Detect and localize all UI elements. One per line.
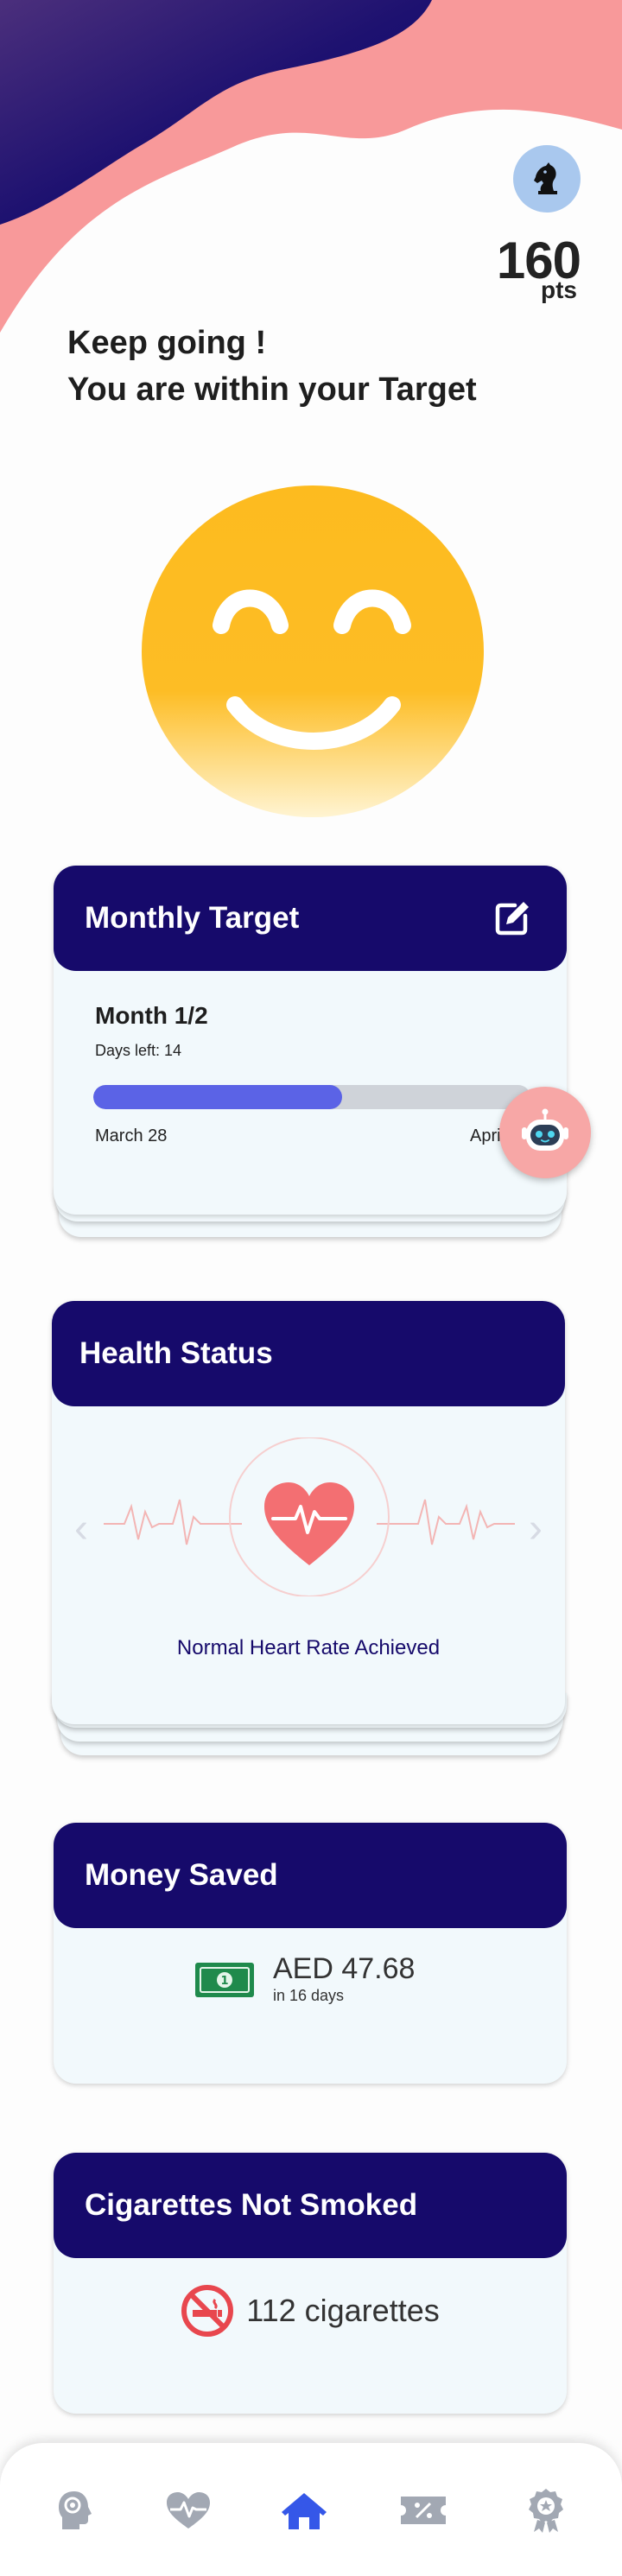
motivation-line-1: Keep going ! — [67, 325, 267, 361]
nav-achievements[interactable] — [522, 2486, 570, 2535]
money-saved-period: in 16 days — [273, 1987, 345, 2004]
money-saved-title: Money Saved — [85, 1858, 278, 1892]
heart-pulse-icon — [104, 1437, 515, 1596]
target-progress-bar — [93, 1085, 530, 1109]
award-badge-icon — [529, 2489, 563, 2533]
monthly-target-card[interactable]: Monthly Target Month 1/2 Days left: 14 M… — [54, 866, 567, 1215]
brain-head-icon — [59, 2491, 92, 2529]
nav-home[interactable] — [280, 2486, 328, 2535]
robot-icon — [522, 1108, 568, 1151]
month-label: Month 1/2 — [95, 1002, 208, 1029]
points-unit: pts — [541, 276, 577, 303]
monthly-target-header: Monthly Target — [54, 866, 567, 971]
cigarettes-card[interactable]: Cigarettes Not Smoked 112 cigarettes — [54, 2153, 567, 2414]
nav-brain-head[interactable] — [50, 2486, 98, 2535]
banknote-icon: 1 — [195, 1962, 254, 1997]
cigarettes-header: Cigarettes Not Smoked — [54, 2153, 567, 2258]
no-smoking-icon — [181, 2285, 234, 2337]
happy-face-icon — [142, 485, 484, 817]
motivation-line-2: You are within your Target — [67, 371, 477, 408]
progress-start-label: March 28 — [95, 1126, 168, 1145]
money-saved-header: Money Saved — [54, 1823, 567, 1928]
target-progress-fill — [93, 1085, 343, 1109]
nav-health[interactable] — [164, 2486, 213, 2535]
health-status-title: Health Status — [79, 1336, 273, 1370]
edit-icon[interactable] — [492, 898, 532, 938]
bottom-navigation — [0, 2443, 622, 2576]
health-status-header: Health Status — [52, 1301, 565, 1406]
ticket-percent-icon — [401, 2497, 446, 2524]
heart-pulse-icon — [167, 2492, 210, 2528]
cigarettes-count: 112 cigarettes — [246, 2293, 440, 2328]
monthly-target-title: Monthly Target — [85, 901, 300, 935]
health-status-card[interactable]: Health Status ‹ › Normal Heart Rate Achi… — [52, 1301, 565, 1724]
home-icon — [282, 2493, 327, 2529]
cigarettes-title: Cigarettes Not Smoked — [85, 2188, 418, 2222]
days-left: Days left: 14 — [95, 1042, 182, 1059]
money-saved-content: 1 AED 47.68 in 16 days — [194, 1954, 415, 2005]
health-status-text: Normal Heart Rate Achieved — [176, 1636, 441, 1659]
svg-text:1: 1 — [220, 1975, 228, 1988]
cigarettes-content: 112 cigarettes — [54, 2284, 567, 2338]
money-saved-card[interactable]: Money Saved 1 AED 47.68 in 16 days — [54, 1823, 567, 2084]
knight-chess-icon[interactable] — [513, 145, 581, 213]
nav-offers[interactable] — [399, 2486, 447, 2535]
motivation-message: Keep going ! You are within your Target — [67, 320, 586, 413]
money-saved-amount: AED 47.68 — [273, 1952, 416, 1985]
chatbot-button[interactable] — [499, 1087, 591, 1178]
